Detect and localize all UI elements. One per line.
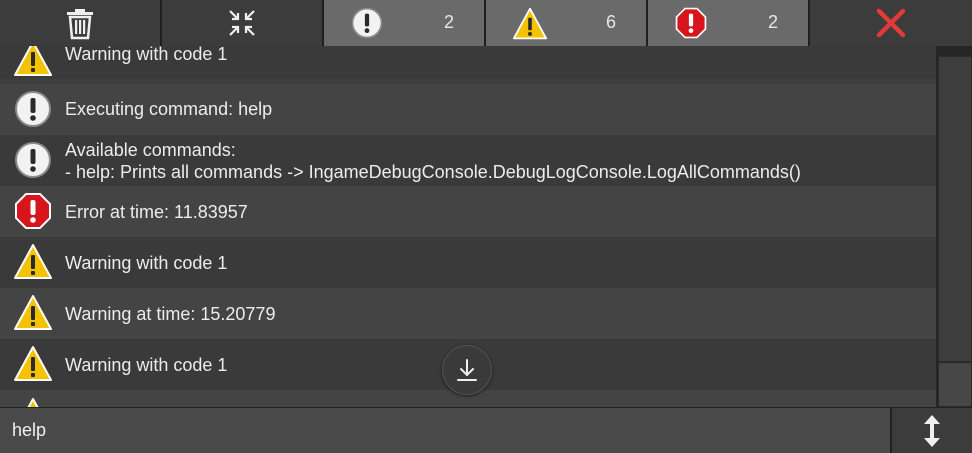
log-entry[interactable]: Executing command: help bbox=[0, 84, 936, 135]
log-entry[interactable]: Warning with code 1 bbox=[0, 237, 936, 288]
info-icon bbox=[350, 6, 384, 40]
collapse-icon bbox=[229, 10, 255, 36]
warning-icon bbox=[13, 46, 53, 79]
command-bar bbox=[0, 407, 890, 453]
trash-icon bbox=[67, 9, 93, 40]
warning-icon bbox=[13, 344, 53, 384]
filter-error-button[interactable]: 2 bbox=[648, 0, 810, 46]
close-button[interactable] bbox=[810, 0, 972, 46]
resize-button[interactable] bbox=[890, 407, 972, 453]
log-entry[interactable]: Warning with code 1 bbox=[0, 46, 936, 79]
info-icon bbox=[13, 140, 53, 180]
filter-warning-button[interactable]: 6 bbox=[486, 0, 648, 46]
log-entry[interactable]: Available commands: - help: Prints all c… bbox=[0, 135, 936, 186]
command-input[interactable] bbox=[0, 408, 890, 453]
collapse-button[interactable] bbox=[162, 0, 324, 46]
error-count: 2 bbox=[767, 12, 778, 32]
scrollbar[interactable] bbox=[936, 46, 972, 407]
warning-icon bbox=[13, 293, 53, 333]
close-icon bbox=[876, 8, 906, 38]
scrollbar-thumb[interactable] bbox=[938, 362, 972, 407]
filter-info-button[interactable]: 2 bbox=[324, 0, 486, 46]
toolbar: 2 6 2 bbox=[0, 0, 972, 46]
resize-vertical-icon bbox=[924, 414, 940, 447]
log-entry[interactable]: Error at time: 11.83957 bbox=[0, 186, 936, 237]
warning-icon bbox=[512, 6, 548, 42]
info-count: 2 bbox=[443, 12, 454, 32]
warning-icon bbox=[13, 396, 53, 407]
error-icon bbox=[13, 191, 53, 231]
clear-button[interactable] bbox=[0, 0, 162, 46]
warning-count: 6 bbox=[605, 12, 616, 32]
info-icon bbox=[13, 89, 53, 129]
snap-to-bottom-button[interactable] bbox=[442, 345, 492, 395]
warning-icon bbox=[13, 242, 53, 282]
arrow-down-icon bbox=[457, 359, 477, 381]
log-entry[interactable]: Warning at time: 15.20779 bbox=[0, 288, 936, 339]
error-icon bbox=[674, 6, 708, 40]
scrollbar-track[interactable] bbox=[938, 56, 972, 362]
